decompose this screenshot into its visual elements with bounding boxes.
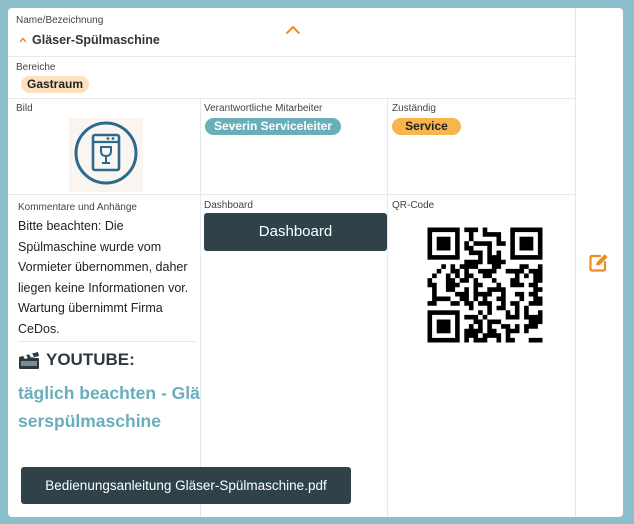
zustaendig-label: Zuständig <box>392 103 436 114</box>
attachment-button[interactable]: Bedienungsanleitung Gläser-Spülmaschine.… <box>21 467 351 504</box>
mitarbeiter-tag: Severin Serviceleiter <box>205 118 341 135</box>
qr-label: QR-Code <box>392 200 435 211</box>
bild-thumbnail[interactable] <box>69 118 143 192</box>
name-row[interactable]: Gläser-Spülmaschine <box>19 33 160 47</box>
chevron-up-icon[interactable] <box>285 25 301 35</box>
bild-label: Bild <box>16 103 33 114</box>
youtube-title: YOUTUBE: <box>46 350 135 369</box>
bereiche-tag: Gastraum <box>21 76 89 93</box>
comment-text: Bitte beachten: Die Spülmaschine wurde v… <box>18 219 189 336</box>
action-sidebar <box>575 8 623 517</box>
dashboard-button[interactable]: Dashboard <box>204 213 387 251</box>
row-divider <box>8 194 575 195</box>
kommentare-label: Kommentare und Anhänge <box>18 202 137 213</box>
bereiche-label: Bereiche <box>16 62 56 73</box>
mitarbeiter-label: Verantwortliche Mitarbeiter <box>204 103 323 114</box>
detail-grid: Name/Bezeichnung Gläser-Spülmaschine Ber… <box>8 8 575 517</box>
youtube-heading: YOUTUBE: <box>18 350 135 370</box>
chevron-up-small-icon <box>19 37 27 43</box>
comment-divider <box>18 341 196 342</box>
row-divider <box>8 98 575 99</box>
qr-code-icon <box>427 227 543 343</box>
detail-card: Name/Bezeichnung Gläser-Spülmaschine Ber… <box>8 8 623 517</box>
col-divider <box>387 98 388 517</box>
name-value: Gläser-Spülmaschine <box>32 33 160 47</box>
name-label: Name/Bezeichnung <box>16 15 104 26</box>
row-divider <box>8 56 575 57</box>
dashboard-label: Dashboard <box>204 200 253 211</box>
edit-icon[interactable] <box>589 253 609 272</box>
youtube-link[interactable]: täglich beachten - Gläserspülmaschine <box>18 379 202 435</box>
dishwasher-icon <box>74 121 138 185</box>
clapper-icon <box>19 352 39 369</box>
qr-code[interactable] <box>412 212 558 358</box>
zustaendig-tag: Service <box>392 118 461 135</box>
